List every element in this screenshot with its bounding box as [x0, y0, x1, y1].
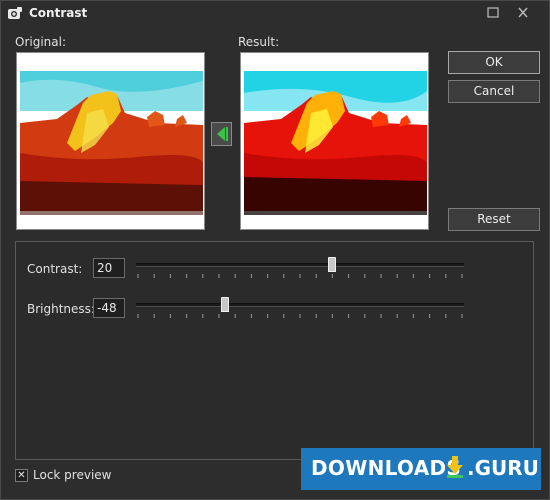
brightness-input[interactable]: -48: [93, 298, 125, 318]
ok-button[interactable]: OK: [448, 51, 540, 74]
contrast-slider-track: [136, 263, 464, 267]
brightness-slider-ticks: [137, 314, 463, 318]
result-preview: [240, 52, 429, 230]
app-icon: [8, 7, 22, 19]
cancel-button[interactable]: Cancel: [448, 80, 540, 103]
lock-preview-label: Lock preview: [33, 468, 112, 482]
maximize-icon[interactable]: [481, 4, 505, 22]
brightness-slider[interactable]: [136, 297, 464, 323]
result-image: [241, 53, 428, 229]
brightness-label: Brightness:: [27, 302, 95, 316]
original-label: Original:: [15, 35, 66, 49]
download-icon: [447, 456, 463, 478]
original-preview: [16, 52, 205, 230]
watermark-text: DOWNLOADS: [311, 456, 462, 480]
contrast-slider-thumb[interactable]: [328, 257, 336, 272]
window-title: Contrast: [29, 6, 88, 20]
original-image: [17, 53, 204, 229]
copy-to-original-button[interactable]: [211, 122, 232, 146]
contrast-dialog: Contrast Original: Result: OK Cancel Res…: [0, 0, 550, 500]
lock-preview-checkbox[interactable]: ✕: [15, 469, 28, 482]
brightness-slider-thumb[interactable]: [221, 297, 229, 312]
watermark-suffix: .GURU: [467, 456, 539, 480]
contrast-label: Contrast:: [27, 262, 83, 276]
result-label: Result:: [238, 35, 280, 49]
contrast-input[interactable]: 20: [93, 258, 125, 278]
contrast-slider[interactable]: [136, 257, 464, 283]
contrast-slider-ticks: [137, 274, 463, 278]
reset-button[interactable]: Reset: [448, 208, 540, 231]
brightness-slider-track: [136, 303, 464, 307]
close-icon[interactable]: [511, 4, 535, 22]
title-bar: Contrast: [1, 1, 549, 27]
arrow-left-icon: [217, 127, 228, 141]
watermark-logo: DOWNLOADS .GURU: [301, 448, 541, 490]
